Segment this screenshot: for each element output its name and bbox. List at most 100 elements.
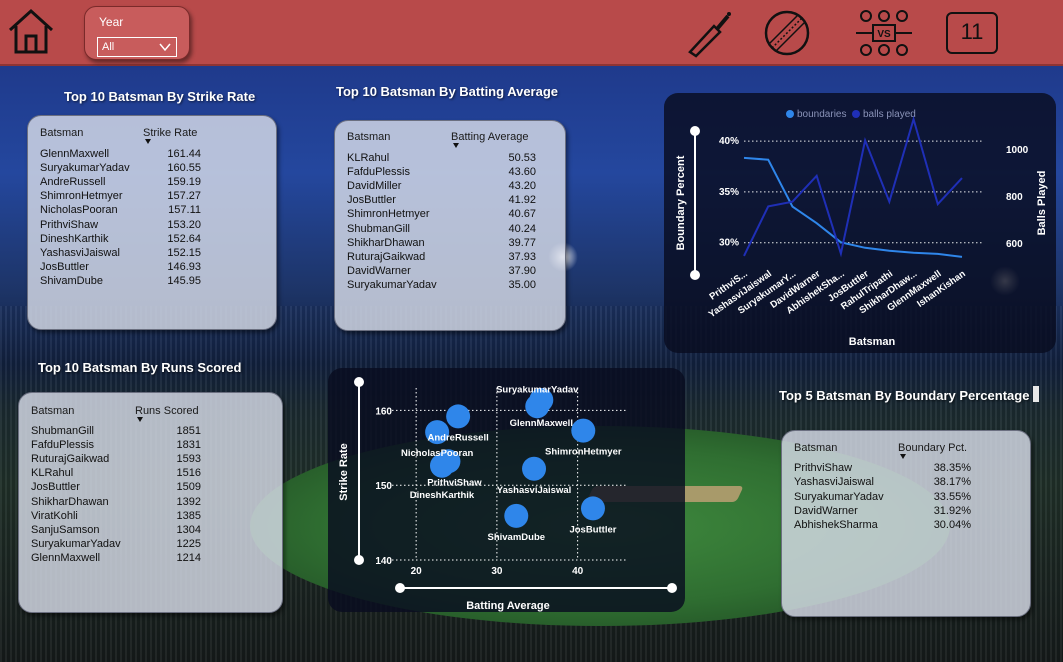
- table-row[interactable]: NicholasPooran 157.11: [40, 204, 201, 217]
- batting-average-title: Top 10 Batsman By Batting Average: [336, 84, 559, 99]
- boundary-balls-line-chart[interactable]: boundaries balls played 30% 35% 40% 600 800 100…: [664, 93, 1056, 353]
- table-row[interactable]: PrithviShaw 38.35%: [794, 462, 971, 475]
- row-value: 160.55: [167, 162, 201, 175]
- row-value: 146.93: [167, 260, 201, 273]
- point-label: SuryakumarYadav: [496, 384, 579, 395]
- zoom-slider-handle[interactable]: [354, 555, 364, 565]
- col-header-batsman[interactable]: Batsman: [347, 131, 390, 143]
- table-row[interactable]: FafduPlessis 1831: [31, 439, 201, 452]
- table-row[interactable]: KLRahul 1516: [31, 467, 201, 480]
- y-tick-label: 150: [375, 481, 392, 492]
- table-row[interactable]: KLRahul 50.53: [347, 152, 536, 165]
- col-header-boundary-pct[interactable]: Boundary Pct.: [898, 442, 967, 454]
- year-dropdown[interactable]: All: [97, 37, 177, 57]
- scatter-point[interactable]: [504, 503, 529, 528]
- scatter-chart-svg: 20 30 40 140 150 160 SuryakumarYadav GlennMaxwe…: [338, 377, 677, 612]
- zoom-slider-handle[interactable]: [395, 583, 405, 593]
- table-row[interactable]: AbhishekSharma 30.04%: [794, 519, 971, 532]
- batsman-name: JosButtler: [31, 481, 80, 494]
- table-row[interactable]: JosButtler 146.93: [40, 261, 201, 274]
- year-slicer[interactable]: Year All: [84, 6, 190, 60]
- col-header-runs-scored[interactable]: Runs Scored: [135, 405, 199, 417]
- batsman-name: SuryakumarYadav: [794, 490, 884, 503]
- year-label: Year: [99, 15, 124, 29]
- table-row[interactable]: AndreRussell 159.19: [40, 176, 201, 189]
- col-header-batsman[interactable]: Batsman: [40, 127, 83, 139]
- zoom-slider-handle[interactable]: [690, 270, 700, 280]
- batsman-name: DavidMiller: [347, 180, 402, 193]
- table-row[interactable]: ShikharDhawan 39.77: [347, 237, 536, 250]
- table-row[interactable]: ShubmanGill 40.24: [347, 223, 536, 236]
- table-row[interactable]: SuryakumarYadav 160.55: [40, 162, 201, 175]
- col-header-strike-rate[interactable]: Strike Rate: [143, 127, 197, 139]
- batsman-name: PrithviShaw: [794, 462, 853, 474]
- table-row[interactable]: YashasviJaiswal 152.15: [40, 247, 201, 260]
- table-row[interactable]: ShimronHetmyer 157.27: [40, 190, 201, 203]
- title-scrollbar[interactable]: [1033, 386, 1039, 402]
- table-row[interactable]: FafduPlessis 43.60: [347, 166, 536, 179]
- batsman-name: YashasviJaiswal: [40, 246, 120, 259]
- batsman-name: PrithviShaw: [40, 218, 99, 231]
- table-row[interactable]: ShivamDube 145.95: [40, 275, 201, 288]
- strike-rate-vs-average-scatter[interactable]: 20 30 40 140 150 160 SuryakumarYadav GlennMaxwe…: [328, 368, 685, 612]
- row-value: 38.17%: [933, 476, 971, 489]
- table-row[interactable]: JosButtler 1509: [31, 481, 201, 494]
- series-line-balls-played: [743, 115, 963, 258]
- batsman-name: DavidWarner: [347, 264, 411, 277]
- col-header-batsman[interactable]: Batsman: [794, 442, 837, 454]
- x-axis-title: Batting Average: [466, 600, 550, 612]
- playing-eleven-icon[interactable]: 11: [946, 12, 998, 54]
- row-value: 1304: [176, 523, 201, 536]
- home-icon[interactable]: [6, 6, 56, 56]
- batsman-name: ShubmanGill: [31, 425, 94, 437]
- table-row[interactable]: DavidWarner 37.90: [347, 265, 536, 278]
- table-row[interactable]: SuryakumarYadav 1225: [31, 538, 201, 551]
- strike-rate-title: Top 10 Batsman By Strike Rate: [64, 89, 256, 104]
- scatter-point[interactable]: [580, 496, 605, 521]
- table-row[interactable]: SanjuSamson 1304: [31, 524, 201, 537]
- table-row[interactable]: ShimronHetmyer 40.67: [347, 208, 536, 221]
- strike-rate-table[interactable]: Batsman Strike Rate GlennMaxwell 161.44 Su…: [27, 115, 277, 330]
- col-header-batting-average[interactable]: Batting Average: [451, 131, 528, 143]
- table-row[interactable]: JosButtler 41.92: [347, 194, 536, 207]
- table-row[interactable]: RuturajGaikwad 1593: [31, 453, 201, 466]
- table-row[interactable]: PrithviShaw 153.20: [40, 219, 201, 232]
- row-value: 1392: [176, 495, 201, 508]
- row-value: 153.20: [167, 218, 201, 231]
- batsman-name: DavidWarner: [794, 504, 858, 517]
- batsman-name: JosButtler: [40, 260, 89, 273]
- batsman-name: KLRahul: [347, 152, 390, 164]
- scatter-point[interactable]: [571, 418, 596, 443]
- cricket-bat-icon[interactable]: [684, 8, 734, 58]
- table-row[interactable]: RuturajGaikwad 37.93: [347, 251, 536, 264]
- row-value: 1851: [176, 425, 201, 437]
- table-row[interactable]: DineshKarthik 152.64: [40, 233, 201, 246]
- sort-desc-icon: [137, 417, 143, 422]
- batsman-name: RuturajGaikwad: [347, 250, 426, 263]
- table-row[interactable]: SuryakumarYadav 33.55%: [794, 491, 971, 504]
- point-label: AndreRussell: [428, 432, 489, 443]
- table-row[interactable]: ViratKohli 1385: [31, 510, 201, 523]
- team-vs-icon[interactable]: VS: [856, 8, 912, 58]
- runs-scored-table[interactable]: Batsman Runs Scored ShubmanGill 1851 Fafdu…: [18, 392, 283, 613]
- table-row[interactable]: YashasviJaiswal 38.17%: [794, 476, 971, 489]
- table-row[interactable]: DavidMiller 43.20: [347, 180, 536, 193]
- scatter-point[interactable]: [522, 456, 547, 481]
- table-row[interactable]: DavidWarner 31.92%: [794, 505, 971, 518]
- cricket-ball-icon[interactable]: [762, 8, 812, 58]
- table-row[interactable]: GlennMaxwell 1214: [31, 552, 201, 565]
- batting-average-table[interactable]: Batsman Batting Average KLRahul 50.53 Fafd…: [334, 120, 566, 331]
- boundary-percentage-table[interactable]: Batsman Boundary Pct. PrithviShaw 38.35% Y…: [781, 430, 1031, 617]
- table-row[interactable]: SuryakumarYadav 35.00: [347, 279, 536, 292]
- col-header-batsman[interactable]: Batsman: [31, 405, 74, 417]
- table-row[interactable]: ShikharDhawan 1392: [31, 496, 201, 509]
- y-left-tick-label: 35%: [719, 187, 739, 198]
- zoom-slider-handle[interactable]: [667, 583, 677, 593]
- scatter-point[interactable]: [446, 404, 471, 429]
- row-value: 35.00: [508, 278, 536, 291]
- zoom-slider-handle[interactable]: [354, 377, 364, 387]
- batsman-name: ViratKohli: [31, 509, 78, 522]
- table-row[interactable]: GlennMaxwell 161.44: [40, 148, 201, 161]
- zoom-slider-handle[interactable]: [690, 126, 700, 136]
- table-row[interactable]: ShubmanGill 1851: [31, 425, 201, 438]
